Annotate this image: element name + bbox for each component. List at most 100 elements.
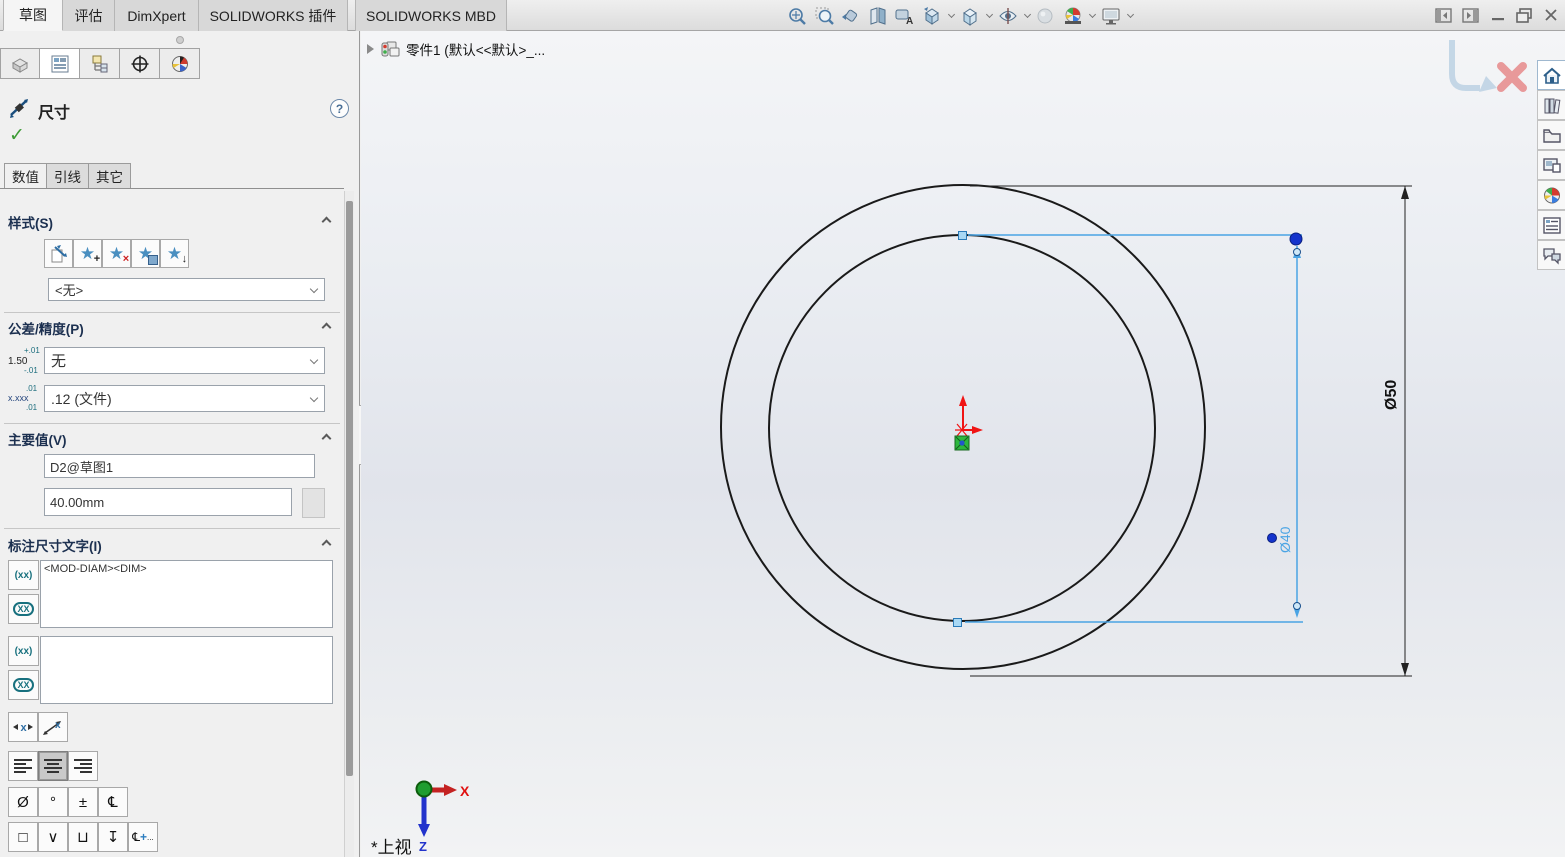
tab-other[interactable]: 其它 — [89, 163, 131, 189]
annotation-view-icon[interactable]: A — [893, 4, 917, 28]
help-icon[interactable]: ? — [330, 99, 349, 118]
dimension-text-section-header[interactable]: 标注尺寸文字(I) — [0, 533, 344, 555]
minimize-button[interactable] — [1486, 4, 1510, 26]
section-view-icon[interactable] — [866, 4, 890, 28]
dimxpert-tab[interactable] — [120, 48, 160, 79]
view-orientation-icon[interactable] — [920, 4, 944, 28]
zoom-to-fit-icon[interactable] — [785, 4, 809, 28]
angular-text-button[interactable]: x — [38, 712, 68, 742]
style-dropdown[interactable]: <无> — [48, 278, 325, 301]
design-library-icon[interactable] — [1537, 90, 1565, 120]
close-icon[interactable] — [1539, 4, 1563, 26]
center-point-selected[interactable] — [954, 435, 970, 451]
divider — [0, 188, 344, 189]
divider — [4, 312, 340, 313]
view-palette-icon[interactable] — [1537, 150, 1565, 180]
file-explorer-icon[interactable] — [1537, 120, 1565, 150]
paren-text-button[interactable]: (xx) — [8, 560, 39, 590]
style-save-button[interactable]: ★ — [131, 239, 160, 268]
oval-text-button-2[interactable]: XX — [8, 670, 39, 700]
countersink-symbol-button[interactable]: ∨ — [38, 822, 68, 852]
arrow-handle-bottom[interactable] — [1293, 602, 1301, 610]
style-delete-button[interactable]: ★ × — [102, 239, 131, 268]
configurations-tab[interactable] — [80, 48, 120, 79]
pm-scrollbar-thumb[interactable] — [346, 201, 353, 776]
depth-symbol-button[interactable]: ↧ — [98, 822, 128, 852]
hide-show-dropdown[interactable] — [1023, 4, 1031, 28]
property-manager-tab[interactable] — [40, 48, 80, 79]
style-load-button[interactable]: ★ ↓ — [160, 239, 189, 268]
style-section-header[interactable]: 样式(S) — [0, 210, 344, 232]
more-symbols-button[interactable]: ℄ +... — [128, 822, 158, 852]
dimension-d40-selected[interactable]: Ø40 — [953, 231, 1304, 627]
view-settings-icon[interactable] — [1099, 4, 1123, 28]
edit-appearance-icon[interactable] — [1034, 4, 1058, 28]
forum-icon[interactable] — [1537, 240, 1565, 270]
tolerance-section-header[interactable]: 公差/精度(P) — [0, 316, 344, 338]
dimension-name-field[interactable] — [44, 454, 315, 478]
centerline-symbol-button[interactable]: ℄ — [98, 787, 128, 817]
collapse-chevron-icon — [321, 322, 332, 333]
graphics-viewport[interactable]: 零件1 (默认<<默认>_... Ø50 Ø40 X Z *上视 — [361, 31, 1565, 857]
part-tab[interactable] — [0, 48, 40, 79]
horizontal-text-button[interactable]: x — [8, 712, 38, 742]
square-symbol-button[interactable]: □ — [8, 822, 38, 852]
ribbon-tab-sketch[interactable]: 草图 — [3, 0, 63, 31]
text-drag-grip[interactable] — [1267, 533, 1277, 543]
tolerance-type-dropdown[interactable]: 无 — [44, 347, 325, 374]
exit-sketch-arrow[interactable] — [1479, 76, 1497, 92]
dimension-d50[interactable]: Ø50 — [970, 185, 1412, 677]
ribbon-tab-addins[interactable]: SOLIDWORKS 插件 — [199, 0, 348, 31]
exit-sketch-icon[interactable] — [1449, 40, 1480, 91]
style-add-button[interactable]: ★ + — [73, 239, 102, 268]
quadrant-handle-top[interactable] — [958, 231, 967, 240]
paren-text-button-2[interactable]: (xx) — [8, 636, 39, 666]
appearances-icon[interactable] — [1537, 180, 1565, 210]
appearances-tab[interactable] — [160, 48, 200, 79]
quadrant-handle-bottom[interactable] — [953, 618, 962, 627]
sketch-canvas[interactable]: Ø50 Ø40 X Z *上视 — [361, 31, 1565, 857]
previous-view-icon[interactable] — [839, 4, 863, 28]
apply-scene-icon[interactable] — [1061, 4, 1085, 28]
dimension-text-area[interactable]: <MOD-DIAM><DIM> — [40, 560, 333, 628]
dimension-text-area-2[interactable] — [40, 636, 333, 704]
view-settings-dropdown[interactable] — [1126, 4, 1134, 28]
panel-splitter-dot[interactable] — [176, 36, 184, 44]
confirmation-corner — [1449, 40, 1527, 92]
diameter-symbol-button[interactable]: Ø — [8, 787, 38, 817]
pm-scrollbar[interactable] — [344, 191, 354, 857]
dimension-grip-top[interactable] — [1289, 232, 1303, 246]
cancel-sketch-icon[interactable] — [1497, 62, 1527, 92]
display-style-dropdown[interactable] — [985, 4, 993, 28]
arrow-handle-top[interactable] — [1293, 248, 1301, 256]
restore-button[interactable] — [1512, 4, 1536, 26]
degree-symbol-button[interactable]: ° — [38, 787, 68, 817]
display-style-icon[interactable] — [958, 4, 982, 28]
precision-dropdown[interactable]: .12 (文件) — [44, 385, 325, 412]
ok-check-icon[interactable]: ✓ — [9, 124, 25, 147]
ribbon-tab-mbd[interactable]: SOLIDWORKS MBD — [355, 0, 507, 31]
align-right-button[interactable] — [68, 751, 98, 781]
collapse-pane-right-button[interactable] — [1458, 4, 1482, 26]
plus-minus-symbol-button[interactable]: ± — [68, 787, 98, 817]
view-orientation-dropdown[interactable] — [947, 4, 955, 28]
sketch-origin[interactable] — [955, 395, 983, 437]
zoom-to-area-icon[interactable] — [812, 4, 836, 28]
dimension-value-field[interactable] — [44, 488, 292, 516]
style-default-button[interactable] — [44, 239, 73, 268]
apply-scene-dropdown[interactable] — [1088, 4, 1096, 28]
align-center-button[interactable] — [38, 751, 68, 781]
collapse-pane-left-button[interactable] — [1431, 4, 1455, 26]
value-spinner[interactable] — [302, 488, 325, 518]
tab-leaders[interactable]: 引线 — [47, 163, 89, 189]
tab-numeric[interactable]: 数值 — [4, 163, 47, 189]
hide-show-items-icon[interactable] — [996, 4, 1020, 28]
align-left-button[interactable] — [8, 751, 38, 781]
oval-text-button[interactable]: XX — [8, 594, 39, 624]
primary-value-section-header[interactable]: 主要值(V) — [0, 427, 344, 449]
ribbon-tab-dimxpert[interactable]: DimXpert — [115, 0, 199, 31]
home-icon[interactable] — [1537, 60, 1565, 90]
counterbore-symbol-button[interactable]: ⊔ — [68, 822, 98, 852]
ribbon-tab-evaluate[interactable]: 评估 — [63, 0, 115, 31]
custom-properties-icon[interactable] — [1537, 210, 1565, 240]
